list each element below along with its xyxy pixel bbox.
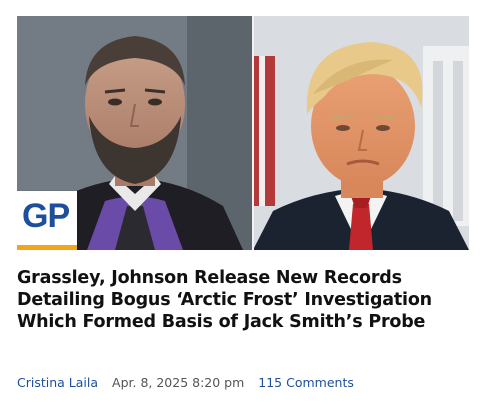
site-logo-badge: GP <box>17 191 77 250</box>
article-card: GP Grassley, Johnson Release New Records… <box>0 0 488 406</box>
right-portrait-illustration <box>253 16 469 250</box>
comments-link[interactable]: 115 Comments <box>258 375 354 390</box>
author-link[interactable]: Cristina Laila <box>17 375 98 390</box>
logo-accent-bar <box>17 245 77 250</box>
right-portrait-photo <box>253 16 469 250</box>
publish-date: Apr. 8, 2025 8:20 pm <box>112 375 245 390</box>
article-headline[interactable]: Grassley, Johnson Release New Records De… <box>17 267 467 333</box>
article-thumbnail[interactable]: GP <box>17 16 469 250</box>
article-meta: Cristina Laila Apr. 8, 2025 8:20 pm 115 Co… <box>17 374 477 392</box>
image-divider <box>252 16 254 250</box>
site-logo-icon: GP <box>22 197 70 235</box>
